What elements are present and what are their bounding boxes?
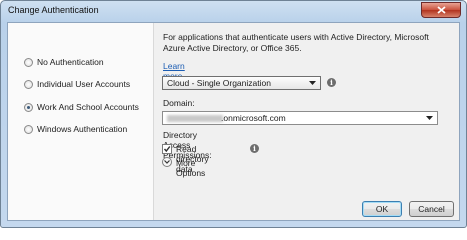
radio-label: Work And School Accounts [37, 102, 139, 112]
chevron-down-icon[interactable] [426, 116, 433, 120]
change-authentication-dialog: Change Authentication No Authentication … [0, 0, 467, 228]
chevron-down-icon [164, 160, 170, 164]
radio-individual-user-accounts[interactable]: Individual User Accounts [24, 78, 130, 90]
more-options-label[interactable]: More Options [176, 158, 205, 178]
title-bar[interactable]: Change Authentication [1, 1, 466, 21]
chevron-down-icon [309, 81, 316, 85]
radio-button[interactable] [24, 79, 33, 89]
radio-button[interactable] [24, 124, 33, 134]
radio-work-and-school-accounts[interactable]: Work And School Accounts [24, 101, 139, 113]
window-title: Change Authentication [8, 5, 99, 15]
info-icon[interactable]: i [250, 144, 259, 153]
auth-options-pane: No Authentication Individual User Accoun… [8, 23, 154, 220]
read-directory-checkbox[interactable] [162, 144, 172, 154]
cancel-button[interactable]: Cancel [409, 201, 454, 217]
radio-button[interactable] [24, 102, 33, 112]
info-icon[interactable]: i [327, 78, 336, 87]
radio-button[interactable] [24, 57, 33, 67]
domain-suffix: .onmicrosoft.com [221, 113, 286, 123]
radio-windows-authentication[interactable]: Windows Authentication [24, 123, 127, 135]
domain-input[interactable]: .onmicrosoft.com [162, 111, 438, 125]
close-button[interactable] [421, 2, 461, 18]
radio-label: No Authentication [37, 57, 104, 67]
radio-label: Individual User Accounts [37, 79, 131, 89]
checkmark-icon [163, 146, 171, 153]
close-icon [437, 6, 446, 14]
dialog-body: No Authentication Individual User Accoun… [7, 22, 460, 221]
auth-type-value: Cloud - Single Organization [167, 78, 271, 88]
ok-button[interactable]: OK [362, 201, 402, 217]
auth-description: For applications that authenticate users… [163, 32, 429, 53]
expand-more-options-icon[interactable] [162, 157, 172, 167]
radio-no-authentication[interactable]: No Authentication [24, 56, 104, 68]
domain-label: Domain: [163, 98, 195, 108]
radio-label: Windows Authentication [37, 124, 128, 134]
blurred-domain-prefix [167, 115, 223, 122]
auth-type-dropdown[interactable]: Cloud - Single Organization [162, 76, 321, 90]
